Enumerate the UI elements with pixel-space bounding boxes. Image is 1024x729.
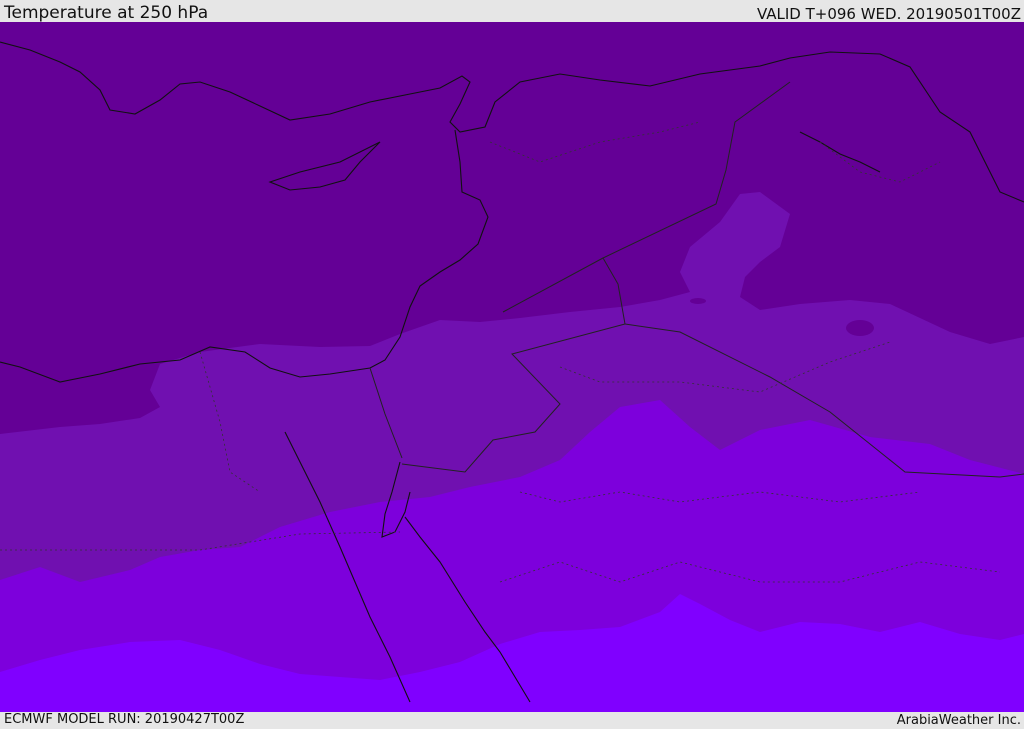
header-bar: Temperature at 250 hPa VALID T+096 WED. …	[0, 0, 1024, 23]
cold-pocket	[846, 320, 874, 336]
credit-label: ArabiaWeather Inc.	[896, 713, 1021, 728]
model-run-label: ECMWF MODEL RUN: 20190427T00Z	[4, 712, 245, 727]
map-title: Temperature at 250 hPa	[4, 3, 209, 23]
map-canvas[interactable]	[0, 22, 1024, 712]
footer-bar: ECMWF MODEL RUN: 20190427T00Z ArabiaWeat…	[0, 712, 1024, 729]
cold-pocket	[690, 298, 706, 304]
valid-time-label: VALID T+096 WED. 20190501T00Z	[756, 5, 1021, 23]
temperature-map	[0, 22, 1024, 712]
